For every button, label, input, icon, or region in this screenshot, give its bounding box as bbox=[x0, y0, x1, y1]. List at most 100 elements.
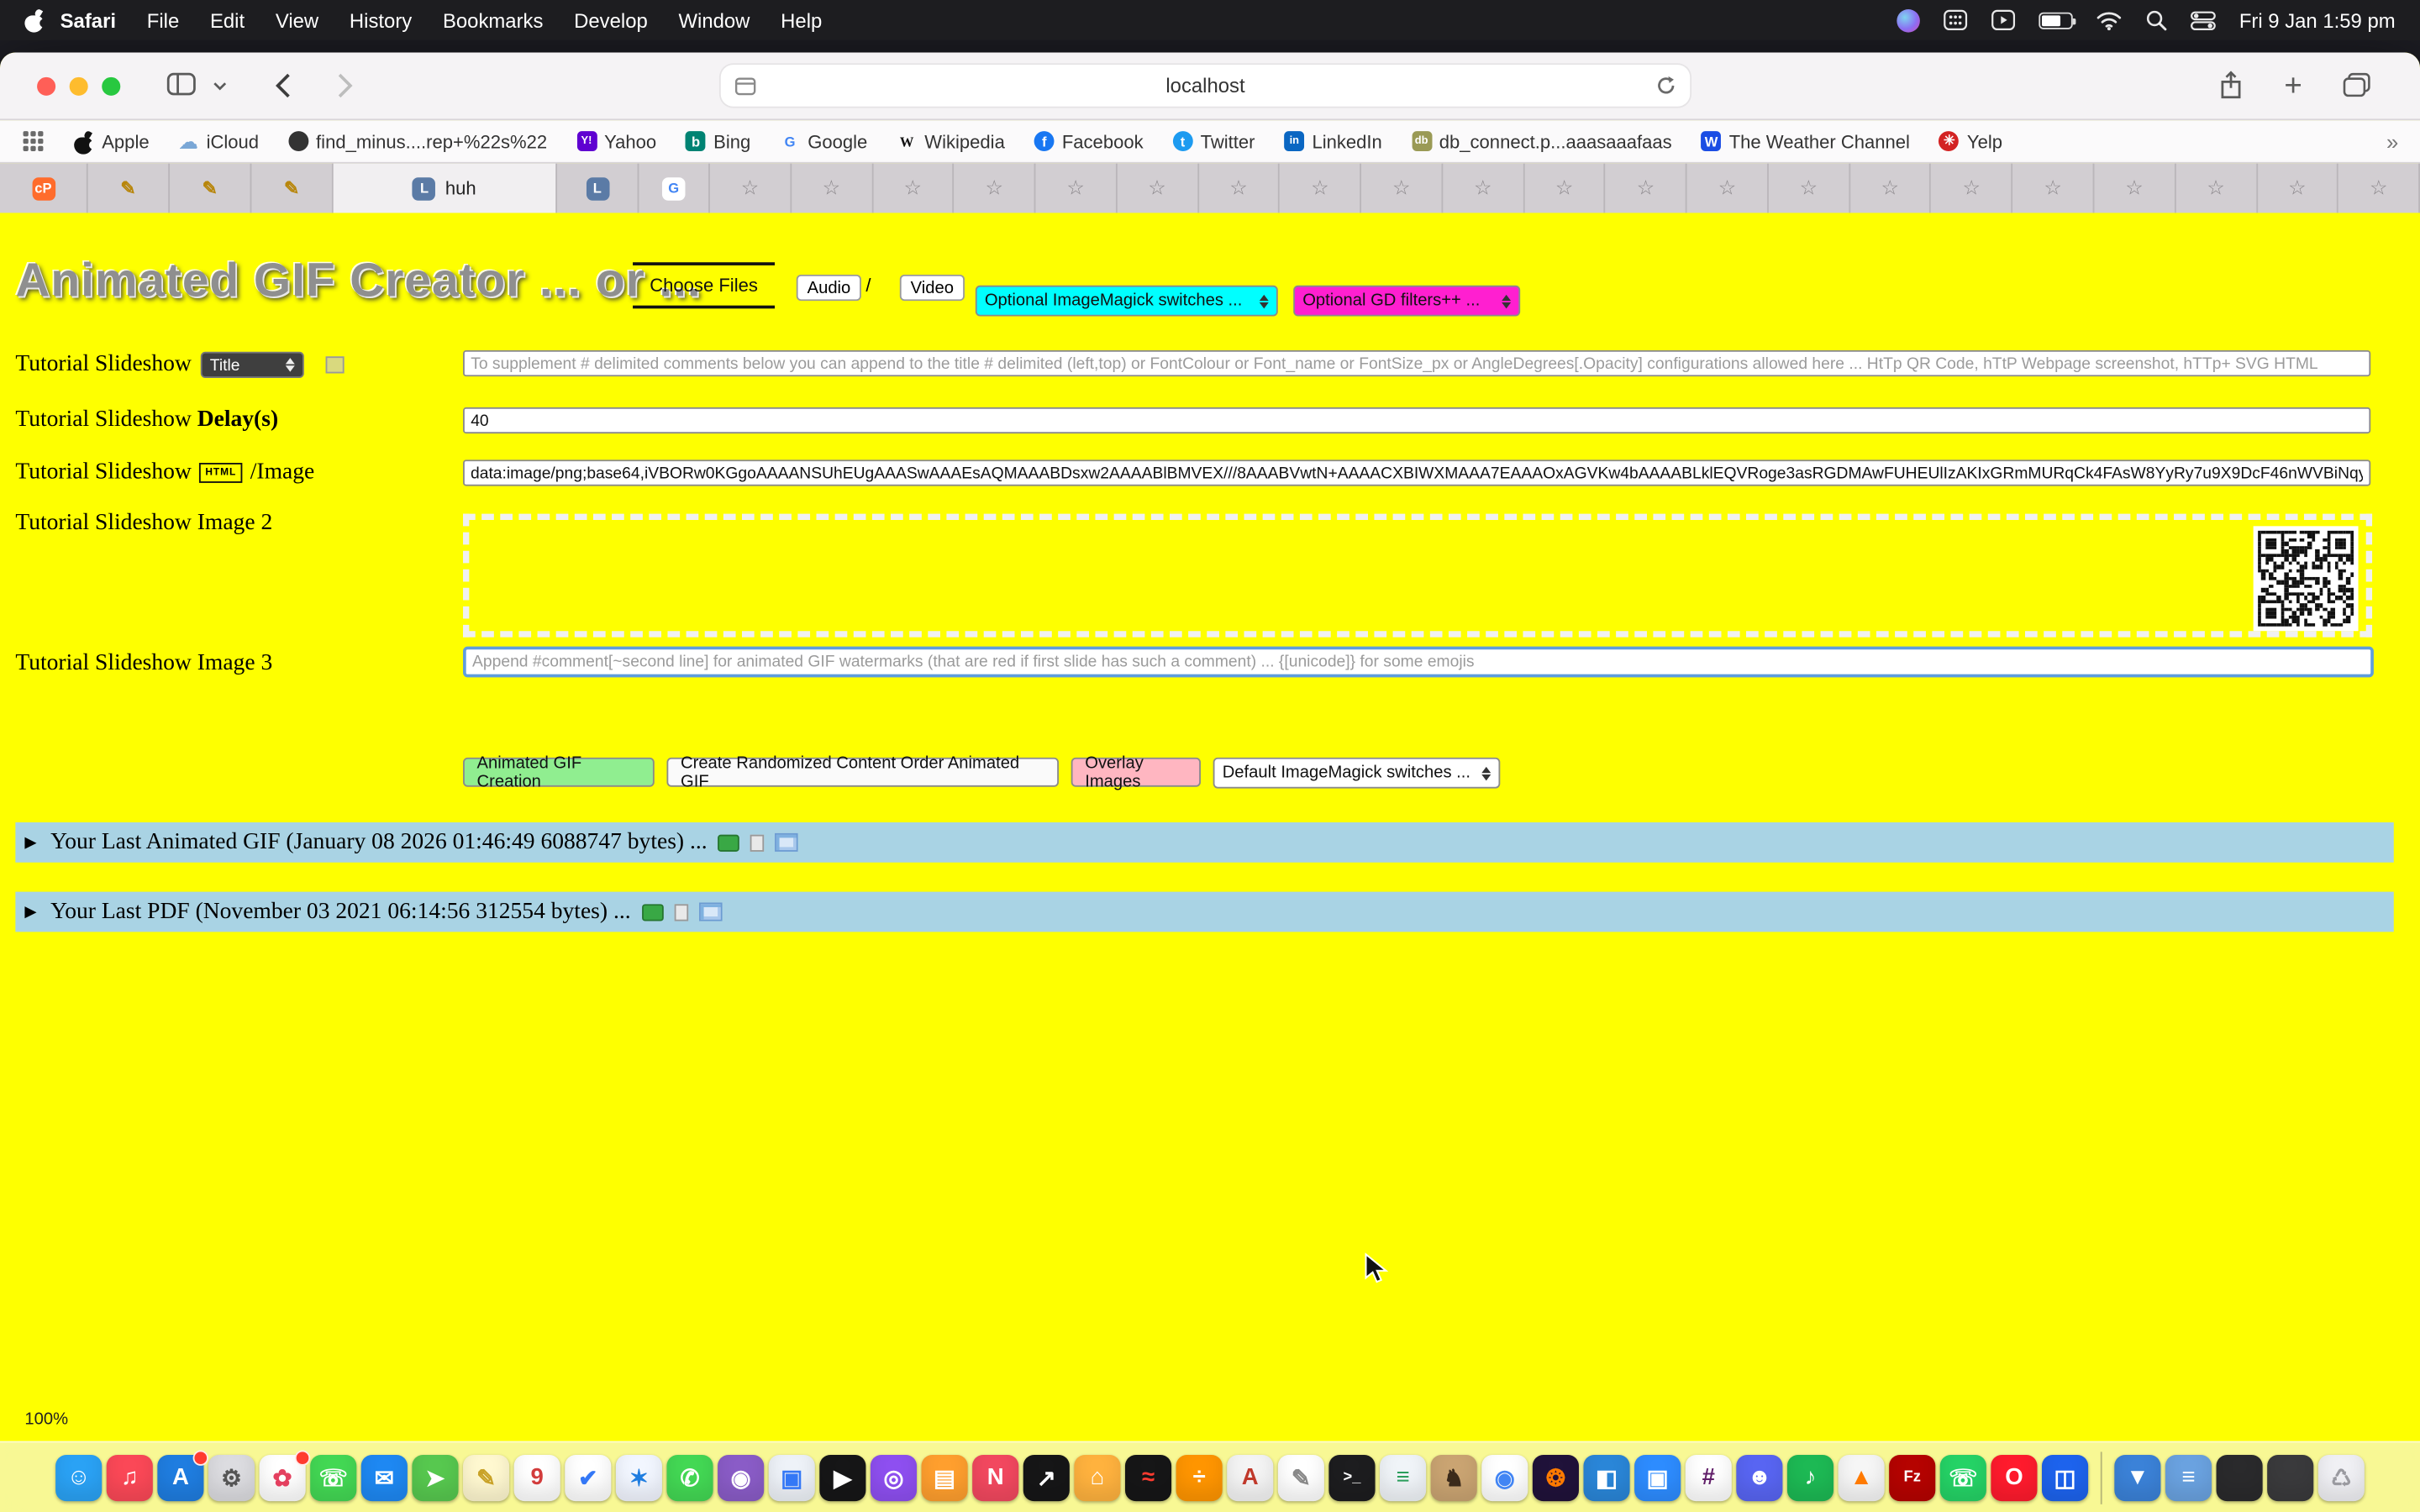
menu-bar-clock[interactable]: Fri 9 Jan 1:59 pm bbox=[2239, 8, 2396, 32]
overlay-images-button[interactable]: Overlay Images bbox=[1071, 758, 1201, 787]
tab-empty-favorite[interactable]: ☆ bbox=[1361, 164, 1443, 213]
dock-podcasts[interactable]: ◎ bbox=[871, 1454, 917, 1500]
dock-filezilla[interactable]: Fz bbox=[1889, 1454, 1935, 1500]
close-window-button[interactable] bbox=[37, 77, 55, 96]
tab-empty-favorite[interactable]: ☆ bbox=[1769, 164, 1850, 213]
tab-overview-icon[interactable] bbox=[2343, 72, 2370, 97]
dock-reminders[interactable]: ✔ bbox=[565, 1454, 611, 1500]
dock-whatsapp[interactable]: ☏ bbox=[1940, 1454, 1986, 1500]
tab-google[interactable]: G bbox=[639, 164, 709, 213]
disclosure-triangle-icon[interactable]: ▶ bbox=[24, 834, 36, 851]
dock-discord[interactable]: ☻ bbox=[1736, 1454, 1782, 1500]
tab-active[interactable]: Lhuh bbox=[334, 164, 557, 213]
dock-textedit[interactable]: ✎ bbox=[1278, 1454, 1324, 1500]
control-center-icon[interactable] bbox=[2190, 10, 2216, 30]
tab-empty-favorite[interactable]: ☆ bbox=[2257, 164, 2338, 213]
tab-empty-favorite[interactable]: ☆ bbox=[2175, 164, 2257, 213]
siri-icon[interactable] bbox=[1897, 8, 1920, 32]
dock-photo-booth[interactable]: ◉ bbox=[718, 1454, 764, 1500]
dock-minimized-window-1[interactable] bbox=[2217, 1454, 2263, 1500]
dock-calendar[interactable]: 9 bbox=[514, 1454, 560, 1500]
wifi-icon[interactable] bbox=[2096, 10, 2122, 30]
dock-music[interactable]: ♫ bbox=[107, 1454, 153, 1500]
dock-app-store[interactable]: A bbox=[157, 1454, 203, 1500]
clipboard-icon[interactable] bbox=[775, 833, 798, 852]
menu-item-help[interactable]: Help bbox=[765, 8, 838, 32]
dock-finder[interactable]: ☺ bbox=[55, 1454, 102, 1500]
favorite-wikipedia[interactable]: WWikipedia bbox=[897, 130, 1005, 152]
dock-minimized-window-2[interactable] bbox=[2267, 1454, 2313, 1500]
image3-comment-input[interactable] bbox=[463, 647, 2374, 678]
reload-icon[interactable] bbox=[1656, 76, 1676, 96]
new-tab-icon[interactable]: + bbox=[2284, 70, 2302, 105]
last-animated-gif-summary[interactable]: ▶ Your Last Animated GIF (January 08 202… bbox=[15, 822, 2393, 863]
dock-news[interactable]: N bbox=[972, 1454, 1018, 1500]
menu-item-file[interactable]: File bbox=[131, 8, 194, 32]
font-colour-swatch-input[interactable] bbox=[326, 356, 345, 373]
menu-item-view[interactable]: View bbox=[260, 8, 334, 32]
dock-stocks[interactable]: ↗ bbox=[1023, 1454, 1070, 1500]
tab-empty-favorite[interactable]: ☆ bbox=[1036, 164, 1118, 213]
favorite-bing[interactable]: bBing bbox=[686, 130, 750, 152]
disclosure-triangle-icon[interactable]: ▶ bbox=[24, 903, 36, 920]
battery-icon[interactable] bbox=[2039, 12, 2072, 29]
dock-voice-memos[interactable]: ≈ bbox=[1125, 1454, 1171, 1500]
dock-calculator[interactable]: ÷ bbox=[1176, 1454, 1223, 1500]
favorites-overflow-icon[interactable]: » bbox=[2386, 129, 2398, 153]
menu-item-window[interactable]: Window bbox=[663, 8, 765, 32]
dock-chrome[interactable]: ◉ bbox=[1481, 1454, 1528, 1500]
tab-empty-favorite[interactable]: ☆ bbox=[1198, 164, 1280, 213]
delay-input[interactable] bbox=[463, 407, 2370, 433]
bookmarks-grid-icon[interactable] bbox=[22, 129, 45, 153]
tab-empty-favorite[interactable]: ☆ bbox=[2013, 164, 2095, 213]
video-button[interactable]: Video bbox=[900, 275, 965, 301]
dock-chess[interactable]: ♞ bbox=[1431, 1454, 1477, 1500]
dock-home[interactable]: ⌂ bbox=[1074, 1454, 1120, 1500]
dock-messages[interactable]: ☏ bbox=[310, 1454, 356, 1500]
minimize-window-button[interactable] bbox=[70, 77, 88, 96]
dock-opera[interactable]: O bbox=[1991, 1454, 2037, 1500]
dock-spotify[interactable]: ♪ bbox=[1787, 1454, 1833, 1500]
document-icon[interactable] bbox=[750, 834, 765, 851]
audio-button[interactable]: Audio bbox=[797, 275, 861, 301]
tab-empty-favorite[interactable]: ☆ bbox=[792, 164, 873, 213]
title-config-input[interactable] bbox=[463, 350, 2370, 376]
menu-item-edit[interactable]: Edit bbox=[195, 8, 260, 32]
dock-slack[interactable]: # bbox=[1686, 1454, 1732, 1500]
tab-empty-favorite[interactable]: ☆ bbox=[1117, 164, 1198, 213]
tab-empty-favorite[interactable]: ☆ bbox=[955, 164, 1036, 213]
favorite-twitter[interactable]: tTwitter bbox=[1173, 130, 1255, 152]
dock-preview[interactable]: ▣ bbox=[769, 1454, 815, 1500]
favorite-the-weather-channel[interactable]: WThe Weather Channel bbox=[1702, 130, 1910, 152]
favorite-linkedin[interactable]: inLinkedIn bbox=[1284, 130, 1381, 152]
sidebar-toggle-icon[interactable] bbox=[166, 72, 196, 96]
dock-firefox[interactable]: ❂ bbox=[1533, 1454, 1579, 1500]
menu-item-bookmarks[interactable]: Bookmarks bbox=[428, 8, 559, 32]
favorite-yelp[interactable]: ✳Yelp bbox=[1939, 130, 2002, 152]
dock-books[interactable]: ▤ bbox=[922, 1454, 968, 1500]
dock-photos[interactable]: ✿ bbox=[260, 1454, 306, 1500]
dock-documents-folder[interactable]: ≡ bbox=[2165, 1454, 2212, 1500]
dock-facetime[interactable]: ✆ bbox=[666, 1454, 713, 1500]
forward-button[interactable] bbox=[336, 72, 353, 98]
media-play-icon[interactable] bbox=[1991, 9, 2015, 31]
dock-trash[interactable]: ♺ bbox=[2318, 1454, 2365, 1500]
dock-zoom[interactable]: ▣ bbox=[1634, 1454, 1681, 1500]
favorite-icloud[interactable]: ☁iCloud bbox=[179, 130, 260, 152]
animated-gif-creation-button[interactable]: Animated GIF Creation bbox=[463, 758, 655, 787]
dock-downloads-folder[interactable]: ▼ bbox=[2114, 1454, 2160, 1500]
tab-l-page[interactable]: L bbox=[557, 164, 639, 213]
image-data-input[interactable] bbox=[463, 459, 2370, 486]
last-pdf-summary[interactable]: ▶ Your Last PDF (November 03 2021 06:14:… bbox=[15, 892, 2393, 932]
dock-safari[interactable]: ✶ bbox=[616, 1454, 662, 1500]
tab-empty-favorite[interactable]: ☆ bbox=[1932, 164, 2013, 213]
favorite-google[interactable]: GGoogle bbox=[780, 130, 867, 152]
zoom-window-button[interactable] bbox=[102, 77, 120, 96]
dock-docker[interactable]: ◫ bbox=[2042, 1454, 2088, 1500]
dock-vscode[interactable]: ◧ bbox=[1583, 1454, 1629, 1500]
tab-empty-favorite[interactable]: ☆ bbox=[1850, 164, 1932, 213]
tab-empty-favorite[interactable]: ☆ bbox=[710, 164, 792, 213]
share-icon[interactable] bbox=[2219, 71, 2243, 100]
menu-item-develop[interactable]: Develop bbox=[559, 8, 663, 32]
spotlight-icon[interactable] bbox=[2145, 9, 2167, 31]
